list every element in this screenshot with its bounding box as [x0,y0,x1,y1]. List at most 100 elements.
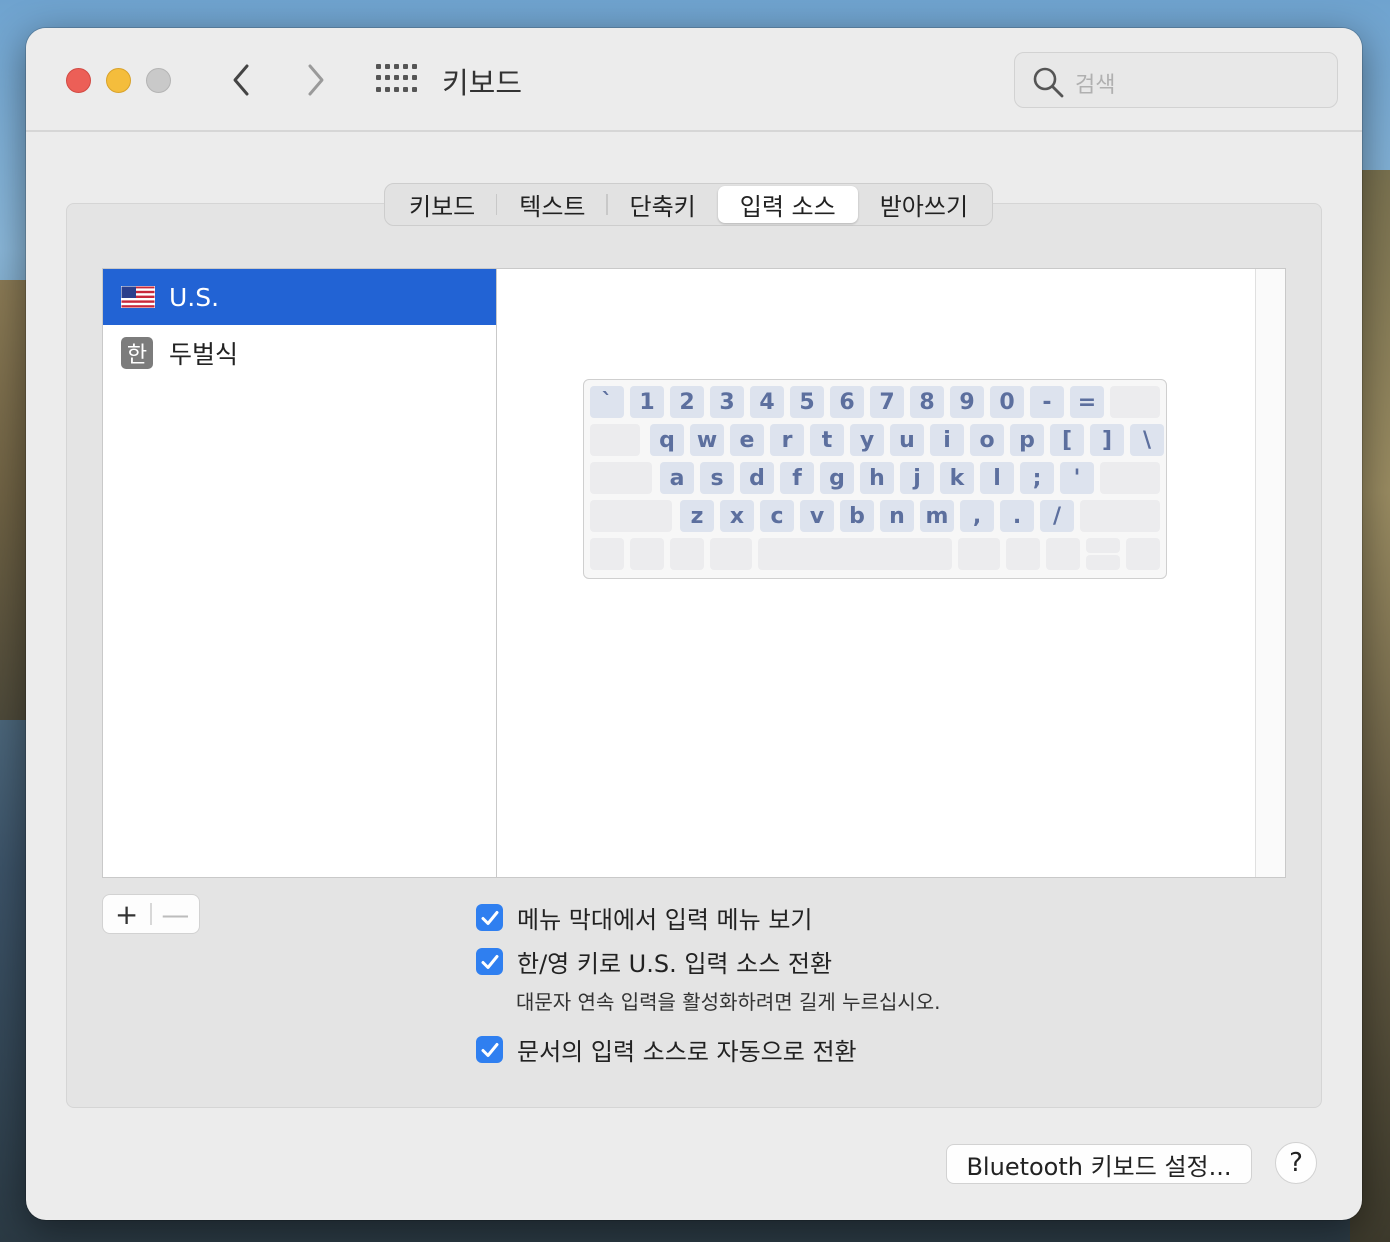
bluetooth-keyboard-setup-button[interactable]: Bluetooth 키보드 설정... [946,1144,1252,1184]
keyboard-key: i [930,424,964,456]
auto-switch-checkbox[interactable] [476,1036,503,1063]
option-show-input-menu[interactable]: 메뉴 막대에서 입력 메뉴 보기 [476,900,812,935]
keyboard-key-arrow-down [1086,555,1120,570]
keyboard-key: 3 [710,386,744,418]
keyboard-key-modifier [710,538,752,570]
add-source-button[interactable]: + [103,895,150,933]
keyboard-key-modifier [590,500,672,532]
keyboard-key: 5 [790,386,824,418]
list-item-label: U.S. [169,282,220,312]
han-switch-label: 한/영 키로 U.S. 입력 소스 전환 [517,950,833,978]
keyboard-key-modifier [670,538,704,570]
keyboard-key: 2 [670,386,704,418]
checkmark-icon [481,1042,498,1057]
tab-keyboard[interactable]: 키보드 [387,186,498,223]
keyboard-key-modifier [958,538,1000,570]
show-menu-checkbox[interactable] [476,904,503,931]
chevron-left-icon [233,64,249,96]
keyboard-key-modifier [590,424,640,456]
keyboard-key: ] [1090,424,1124,456]
han-switch-hint: 대문자 연속 입력을 활성화하려면 길게 누르십시오. [516,990,941,1014]
keyboard-key-modifier [1100,462,1160,494]
tab-input-sources[interactable]: 입력 소스 [717,186,858,223]
keyboard-key: / [1040,500,1074,532]
checkmark-icon [481,910,498,925]
han-switch-checkbox[interactable] [476,948,503,975]
window-title: 키보드 [442,66,523,100]
keyboard-key: 4 [750,386,784,418]
keyboard-key: z [680,500,714,532]
keyboard-key: n [880,500,914,532]
keyboard-key: f [780,462,814,494]
list-controls: + — [102,894,200,934]
keyboard-key-modifier [590,538,624,570]
keyboard-key: - [1030,386,1064,418]
keyboard-key-modifier [630,538,664,570]
auto-switch-label: 문서의 입력 소스로 자동으로 전환 [517,1038,857,1066]
keyboard-key: v [800,500,834,532]
search-placeholder: 검색 [1075,73,1116,98]
keyboard-key-arrow-up [1086,538,1120,553]
checkmark-icon [481,954,498,969]
back-button[interactable] [221,60,261,100]
tab-bar: 키보드 텍스트 단축키 입력 소스 받아쓰기 [384,183,994,226]
list-item-us[interactable]: U.S. [103,269,497,325]
keyboard-key: k [940,462,974,494]
search-icon [1033,67,1064,98]
forward-button[interactable] [296,60,336,100]
keyboard-key: c [760,500,794,532]
remove-source-button[interactable]: — [152,895,199,933]
preferences-window: 키보드 검색 키보드 텍스트 단축키 입력 소스 받아쓰기 U.S. 한 두벌식… [26,28,1362,1220]
keyboard-key: l [980,462,1014,494]
keyboard-key: [ [1050,424,1084,456]
keyboard-key: y [850,424,884,456]
keyboard-key: w [690,424,724,456]
close-window-button[interactable] [66,68,91,93]
tab-text[interactable]: 텍스트 [497,186,608,223]
keyboard-key: r [770,424,804,456]
keyboard-key: \ [1130,424,1164,456]
option-han-key-switch[interactable]: 한/영 키로 U.S. 입력 소스 전환 [476,944,832,979]
preview-scrollbar[interactable] [1255,269,1285,877]
keyboard-key: . [1000,500,1034,532]
keyboard-key-modifier [1110,386,1160,418]
search-field[interactable]: 검색 [1014,52,1338,108]
keyboard-preview-panel: ` 1 2 3 4 5 6 7 8 9 0- = q w e r t y u i o p[] \ a s d f g h j k l; ' z x c… [496,268,1286,878]
option-auto-switch[interactable]: 문서의 입력 소스로 자동으로 전환 [476,1032,857,1067]
keyboard-key: ' [1060,462,1094,494]
keyboard-layout-preview: ` 1 2 3 4 5 6 7 8 9 0- = q w e r t y u i o p[] \ a s d f g h j k l; ' z x c… [583,379,1167,579]
input-source-list: U.S. 한 두벌식 [102,268,498,878]
keyboard-key: b [840,500,874,532]
keyboard-key: a [660,462,694,494]
titlebar: 키보드 검색 [26,28,1362,132]
tab-dictation[interactable]: 받아쓰기 [858,186,990,223]
minimize-window-button[interactable] [106,68,131,93]
keyboard-key: p [1010,424,1044,456]
help-button[interactable]: ? [1275,1142,1317,1184]
keyboard-key: ` [590,386,624,418]
keyboard-key: s [700,462,734,494]
tab-shortcuts[interactable]: 단축키 [608,186,718,223]
show-all-grid-icon[interactable] [376,64,417,94]
keyboard-key: g [820,462,854,494]
keyboard-key: e [730,424,764,456]
list-item-2set[interactable]: 한 두벌식 [103,325,497,381]
keyboard-key: , [960,500,994,532]
keyboard-key: x [720,500,754,532]
keyboard-key-modifier [1126,538,1160,570]
list-item-label: 두벌식 [169,340,239,369]
keyboard-key-modifier [590,462,652,494]
show-menu-label: 메뉴 막대에서 입력 메뉴 보기 [517,906,813,934]
us-flag-icon [121,286,155,308]
keyboard-key: t [810,424,844,456]
keyboard-key: d [740,462,774,494]
zoom-window-button[interactable] [146,68,171,93]
keyboard-key: 1 [630,386,664,418]
keyboard-key: o [970,424,1004,456]
keyboard-key: j [900,462,934,494]
keyboard-key: ; [1020,462,1054,494]
keyboard-key: u [890,424,924,456]
keyboard-key: 6 [830,386,864,418]
keyboard-key: 9 [950,386,984,418]
keyboard-key-modifier [1080,500,1160,532]
